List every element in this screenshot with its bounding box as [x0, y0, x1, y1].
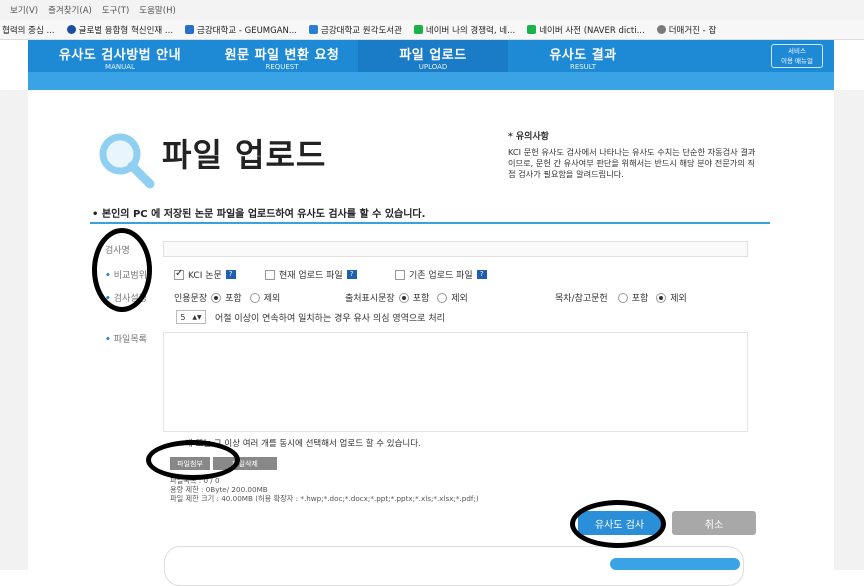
tab-manual[interactable]: 유사도 검사방법 안내 MANUAL — [34, 40, 206, 72]
spinner-arrows-icon: ▲▼ — [192, 313, 202, 321]
reference-exclude-radio[interactable] — [656, 292, 667, 303]
cancel-button[interactable]: 취소 — [672, 511, 756, 535]
bookmark-item[interactable]: 글로벌 융합형 혁신인재 ... — [66, 24, 173, 36]
magazine-icon — [656, 25, 666, 34]
menu-view[interactable]: 보기(V) — [10, 4, 38, 16]
tab-upload[interactable]: 파일 업로드 UPLOAD — [358, 40, 508, 72]
intro-text: • 본인의 PC 에 저장된 논문 파일을 업로드하여 유사도 검사를 할 수 … — [92, 209, 426, 220]
bookmark-item[interactable]: 협력의 중심 ... — [2, 24, 55, 36]
checkbox-unchecked[interactable] — [265, 269, 275, 280]
naver-icon — [413, 25, 423, 34]
test-name-input[interactable] — [163, 241, 748, 257]
menu-favorites[interactable]: 즐겨찾기(A) — [48, 4, 92, 16]
reference-include-radio[interactable] — [617, 292, 628, 303]
help-icon[interactable]: ? — [476, 270, 487, 279]
divider — [90, 222, 770, 224]
page-title: 파일 업로드 — [162, 136, 327, 174]
notice-box: * 유의사항 KCI 문헌 유사도 검사에서 나타나는 유사도 수치는 단순한 … — [508, 132, 758, 194]
attach-file-button[interactable]: 파일첨부 — [170, 457, 210, 470]
label-comparison-scope: • 비교범위 — [105, 271, 147, 281]
source-include-radio[interactable] — [398, 292, 409, 303]
scope-kci-checkbox[interactable]: KCI 논문 ? — [174, 268, 236, 281]
reference-setting: 목차/참고문헌 포함 제외 — [555, 292, 687, 304]
bookmarks-bar: 협력의 중심 ... 글로벌 융합형 혁신인재 ... 금강대학교 - GEUM… — [0, 20, 864, 40]
word-rule-text: 어절 이상이 연속하여 일치하는 경우 유사 의심 영역으로 처리 — [215, 314, 445, 324]
source-setting: 출처표시문장 포함 제외 — [345, 292, 468, 304]
capacity-limit: 용량 제한 : 0Byte/ 200.00MB — [170, 485, 268, 494]
source-exclude-radio[interactable] — [437, 292, 448, 303]
page-margin-right — [834, 90, 864, 570]
scope-current-checkbox[interactable]: 현재 업로드 파일 ? — [265, 268, 357, 281]
service-manual-button[interactable]: 서비스 이용 매뉴얼 — [771, 44, 823, 68]
quote-include-radio[interactable] — [211, 292, 222, 303]
bookmark-item[interactable]: 더매거진 - 잡 — [656, 24, 716, 36]
header-strip — [28, 72, 834, 90]
bottom-action-button[interactable] — [610, 558, 740, 570]
quote-exclude-radio[interactable] — [249, 292, 260, 303]
globe-icon — [66, 25, 76, 34]
delete-file-button[interactable]: 파일삭제 — [213, 457, 277, 470]
bookmark-item[interactable]: 네이버 사전 (NAVER dicti... — [527, 24, 645, 36]
menu-tools[interactable]: 도구(T) — [102, 4, 129, 16]
notice-body: KCI 문헌 유사도 검사에서 나타나는 유사도 수치는 단순한 자동검사 결과… — [508, 147, 756, 179]
label-test-settings: • 검사설정 — [105, 294, 147, 304]
scope-existing-checkbox[interactable]: 기존 업로드 파일 ? — [395, 268, 487, 281]
similarity-check-button[interactable]: 유사도 검사 — [578, 511, 661, 535]
label-test-name: 검사명 — [105, 246, 130, 256]
naver-dictionary-icon — [527, 25, 537, 34]
site-icon — [185, 25, 195, 34]
browser-menubar: 보기(V) 즐겨찾기(A) 도구(T) 도움말(H) — [0, 0, 864, 20]
upload-info: 파일목록 : 0 / 0 용량 제한 : 0Byte/ 200.00MB 파일 … — [170, 476, 479, 503]
file-list-box[interactable] — [163, 332, 748, 432]
tab-result[interactable]: 유사도 결과 RESULT — [508, 40, 658, 72]
help-icon[interactable]: ? — [346, 270, 357, 279]
checkbox-unchecked[interactable] — [395, 269, 405, 280]
bookmark-item[interactable]: 금강대학교 원각도서관 — [309, 24, 402, 36]
checkbox-checked[interactable] — [174, 268, 184, 280]
magnifier-icon — [99, 133, 155, 189]
quote-setting: 인용문장 포함 제외 — [174, 292, 281, 304]
multi-upload-note: 개 또는 그 이상 여러 개를 동시에 선택해서 업로드 할 수 있습니다. — [185, 439, 421, 449]
file-count: 파일목록 : 0 / 0 — [170, 476, 220, 485]
tab-request[interactable]: 원문 파일 변환 요청 REQUEST — [206, 40, 358, 72]
help-icon[interactable]: ? — [225, 270, 236, 279]
file-size-limit: 파일 제한 크기 : 40.00MB (허용 확장자 : *.hwp;*.doc… — [170, 494, 479, 503]
label-file-list: • 파일목록 — [105, 335, 147, 345]
word-count-select[interactable]: 5 ▲▼ — [176, 310, 206, 324]
bookmark-item[interactable]: 네이버 나의 경쟁력, 네... — [413, 24, 515, 36]
library-icon — [309, 25, 318, 34]
page-margin-left — [0, 90, 28, 570]
bookmark-item[interactable]: 금강대학교 - GEUMGAN... — [185, 24, 297, 36]
menu-help[interactable]: 도움말(H) — [139, 4, 175, 16]
notice-title: * 유의사항 — [508, 132, 549, 142]
